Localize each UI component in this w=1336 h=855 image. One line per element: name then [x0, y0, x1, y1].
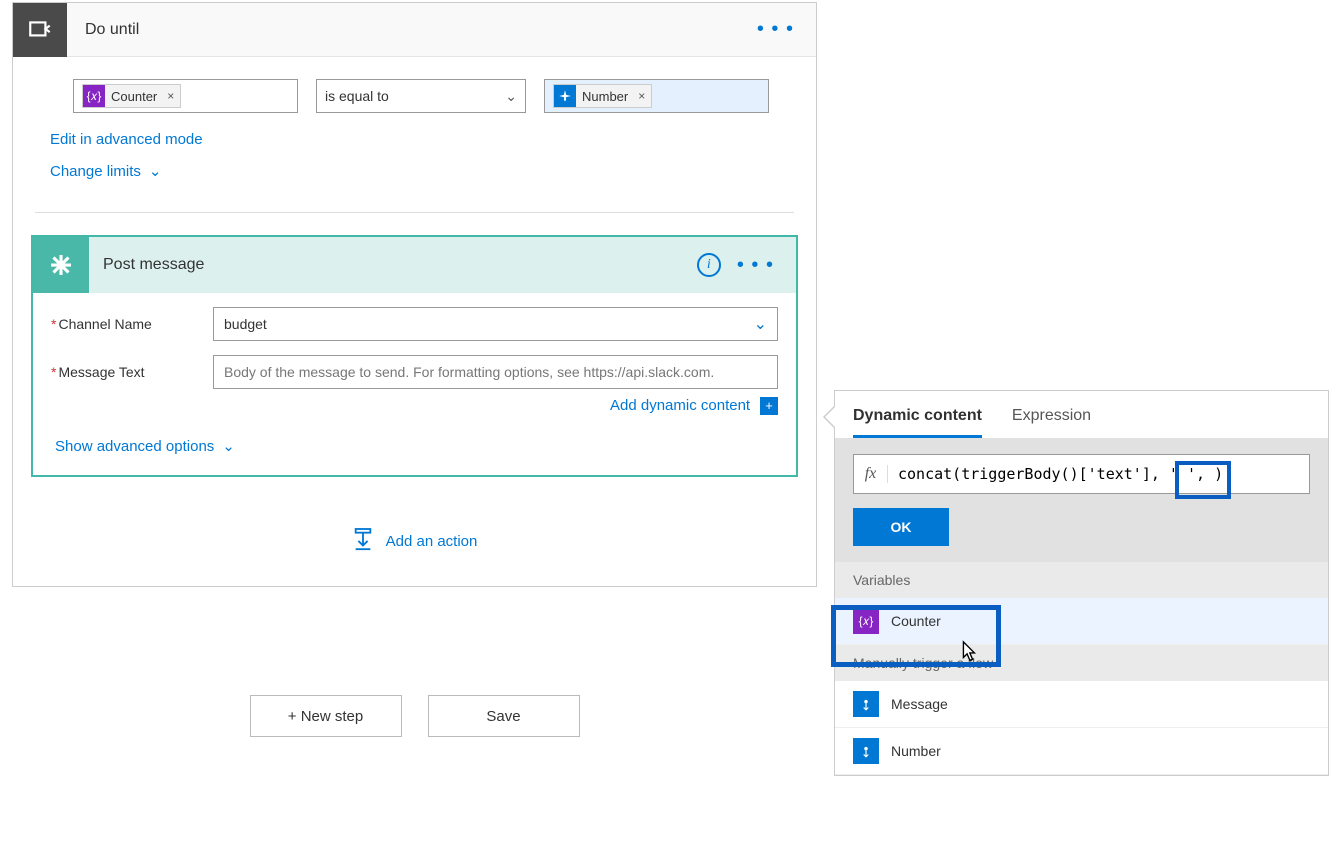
remove-token-icon[interactable]: × [634, 89, 645, 103]
variable-icon: {𝑥} [853, 608, 879, 634]
tab-dynamic-content[interactable]: Dynamic content [853, 407, 982, 438]
add-dynamic-content-row: Add dynamic content + [33, 389, 796, 415]
show-advanced-options-link[interactable]: Show advanced options [55, 438, 214, 455]
dynamic-item-message[interactable]: Message [835, 681, 1328, 728]
message-text-label: Message Text [51, 364, 201, 380]
dynamic-item-label: Message [891, 696, 948, 712]
add-dynamic-content-link[interactable]: Add dynamic content [610, 397, 750, 414]
condition-row: {𝑥} Counter × is equal to ⌄ Number × [13, 57, 816, 123]
change-limits-link[interactable]: Change limits [50, 163, 141, 180]
counter-token-label: Counter [111, 89, 157, 104]
expression-input-row: fx [853, 454, 1310, 494]
post-message-title: Post message [89, 256, 697, 274]
do-until-header: Do until • • • [13, 3, 816, 57]
post-message-menu[interactable]: • • • [737, 254, 796, 277]
channel-name-label: Channel Name [51, 316, 201, 332]
expression-input[interactable] [888, 465, 1309, 483]
add-action-link[interactable]: Add an action [386, 533, 478, 550]
dynamic-content-panel: Dynamic content Expression fx OK Variabl… [834, 390, 1329, 776]
ok-button[interactable]: OK [853, 508, 949, 546]
do-until-icon [13, 3, 67, 57]
message-text-placeholder: Body of the message to send. For formatt… [224, 364, 714, 380]
info-icon[interactable]: i [697, 253, 721, 277]
dynamic-item-number[interactable]: Number [835, 728, 1328, 775]
channel-name-row: Channel Name budget ⌄ [33, 293, 796, 341]
new-step-button[interactable]: + New step [250, 695, 402, 737]
chevron-down-icon: ⌄ [754, 314, 767, 334]
trigger-list: Message Number [835, 681, 1328, 775]
message-text-row: Message Text Body of the message to send… [33, 341, 796, 389]
chevron-down-icon: ⌄ [505, 88, 517, 105]
dynamic-item-label: Counter [891, 613, 941, 629]
condition-right-operand[interactable]: Number × [544, 79, 769, 113]
trigger-input-icon [853, 738, 879, 764]
variable-icon: {𝑥} [83, 85, 105, 107]
edit-advanced-mode-link[interactable]: Edit in advanced mode [50, 131, 203, 148]
do-until-menu[interactable]: • • • [735, 18, 816, 41]
post-message-header: Post message i • • • [33, 237, 796, 293]
expression-area: fx OK [835, 438, 1328, 562]
dynamic-item-label: Number [891, 743, 941, 759]
counter-token[interactable]: {𝑥} Counter × [82, 84, 181, 108]
remove-token-icon[interactable]: × [163, 89, 174, 103]
trigger-input-icon [554, 85, 576, 107]
plus-icon[interactable]: + [760, 397, 778, 415]
message-text-input[interactable]: Body of the message to send. For formatt… [213, 355, 778, 389]
channel-name-select[interactable]: budget ⌄ [213, 307, 778, 341]
section-trigger-header: Manually trigger a flow [835, 645, 1328, 681]
slack-icon [33, 237, 89, 293]
number-token[interactable]: Number × [553, 84, 652, 108]
dynamic-content-tabs: Dynamic content Expression [835, 391, 1328, 438]
add-action-icon [352, 527, 374, 556]
footer-buttons: + New step Save [12, 695, 817, 737]
number-token-label: Number [582, 89, 628, 104]
fx-label: fx [854, 465, 888, 483]
condition-operator-select[interactable]: is equal to ⌄ [316, 79, 526, 113]
divider [35, 212, 794, 213]
chevron-down-icon: ⌄ [149, 162, 162, 180]
variables-list: {𝑥} Counter [835, 598, 1328, 645]
operator-label: is equal to [325, 88, 389, 104]
dynamic-item-counter[interactable]: {𝑥} Counter [835, 598, 1328, 645]
condition-left-operand[interactable]: {𝑥} Counter × [73, 79, 298, 113]
chevron-down-icon: ⌄ [222, 437, 235, 455]
do-until-card: Do until • • • {𝑥} Counter × is equal to… [12, 2, 817, 587]
post-message-card: Post message i • • • Channel Name budget… [31, 235, 798, 477]
trigger-input-icon [853, 691, 879, 717]
section-variables-header: Variables [835, 562, 1328, 598]
channel-name-value: budget [224, 316, 267, 332]
tab-expression[interactable]: Expression [1012, 407, 1091, 438]
add-action-row: Add an action [13, 499, 816, 586]
do-until-title: Do until [67, 21, 735, 39]
save-button[interactable]: Save [428, 695, 580, 737]
